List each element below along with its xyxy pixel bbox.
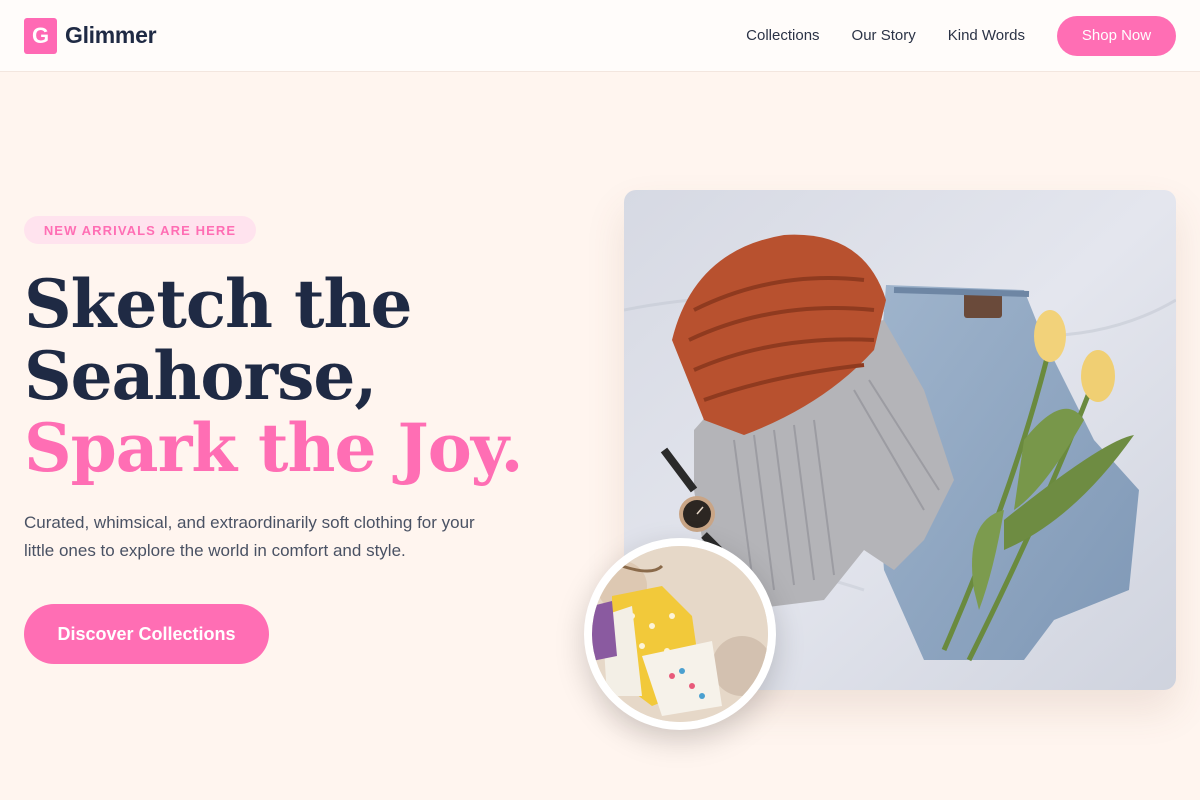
nav-link-collections[interactable]: Collections (746, 27, 819, 44)
hanging-clothes-illustration (592, 546, 768, 722)
shop-now-button[interactable]: Shop Now (1057, 15, 1176, 56)
hero-headline: Sketch the Seahorse, Spark the Joy. (24, 268, 584, 484)
headline-line-1: Sketch the (24, 265, 412, 343)
headline-accent: Spark the Joy. (24, 409, 524, 487)
discover-collections-button[interactable]: Discover Collections (24, 604, 269, 664)
logo[interactable]: G Glimmer (24, 17, 157, 54)
main-nav: Collections Our Story Kind Words Shop No… (746, 15, 1176, 56)
hero-round-photo (584, 538, 776, 730)
logo-mark: G (24, 17, 57, 54)
hero-subtext: Curated, whimsical, and extraordinarily … (24, 513, 475, 560)
new-arrivals-badge: NEW ARRIVALS ARE HERE (24, 216, 256, 244)
site-header: G Glimmer Collections Our Story Kind Wor… (0, 0, 1200, 72)
nav-link-our-story[interactable]: Our Story (852, 27, 916, 44)
nav-link-kind-words[interactable]: Kind Words (948, 27, 1025, 44)
headline-line-2: Seahorse, (24, 337, 377, 415)
brand-name: Glimmer (65, 22, 157, 48)
